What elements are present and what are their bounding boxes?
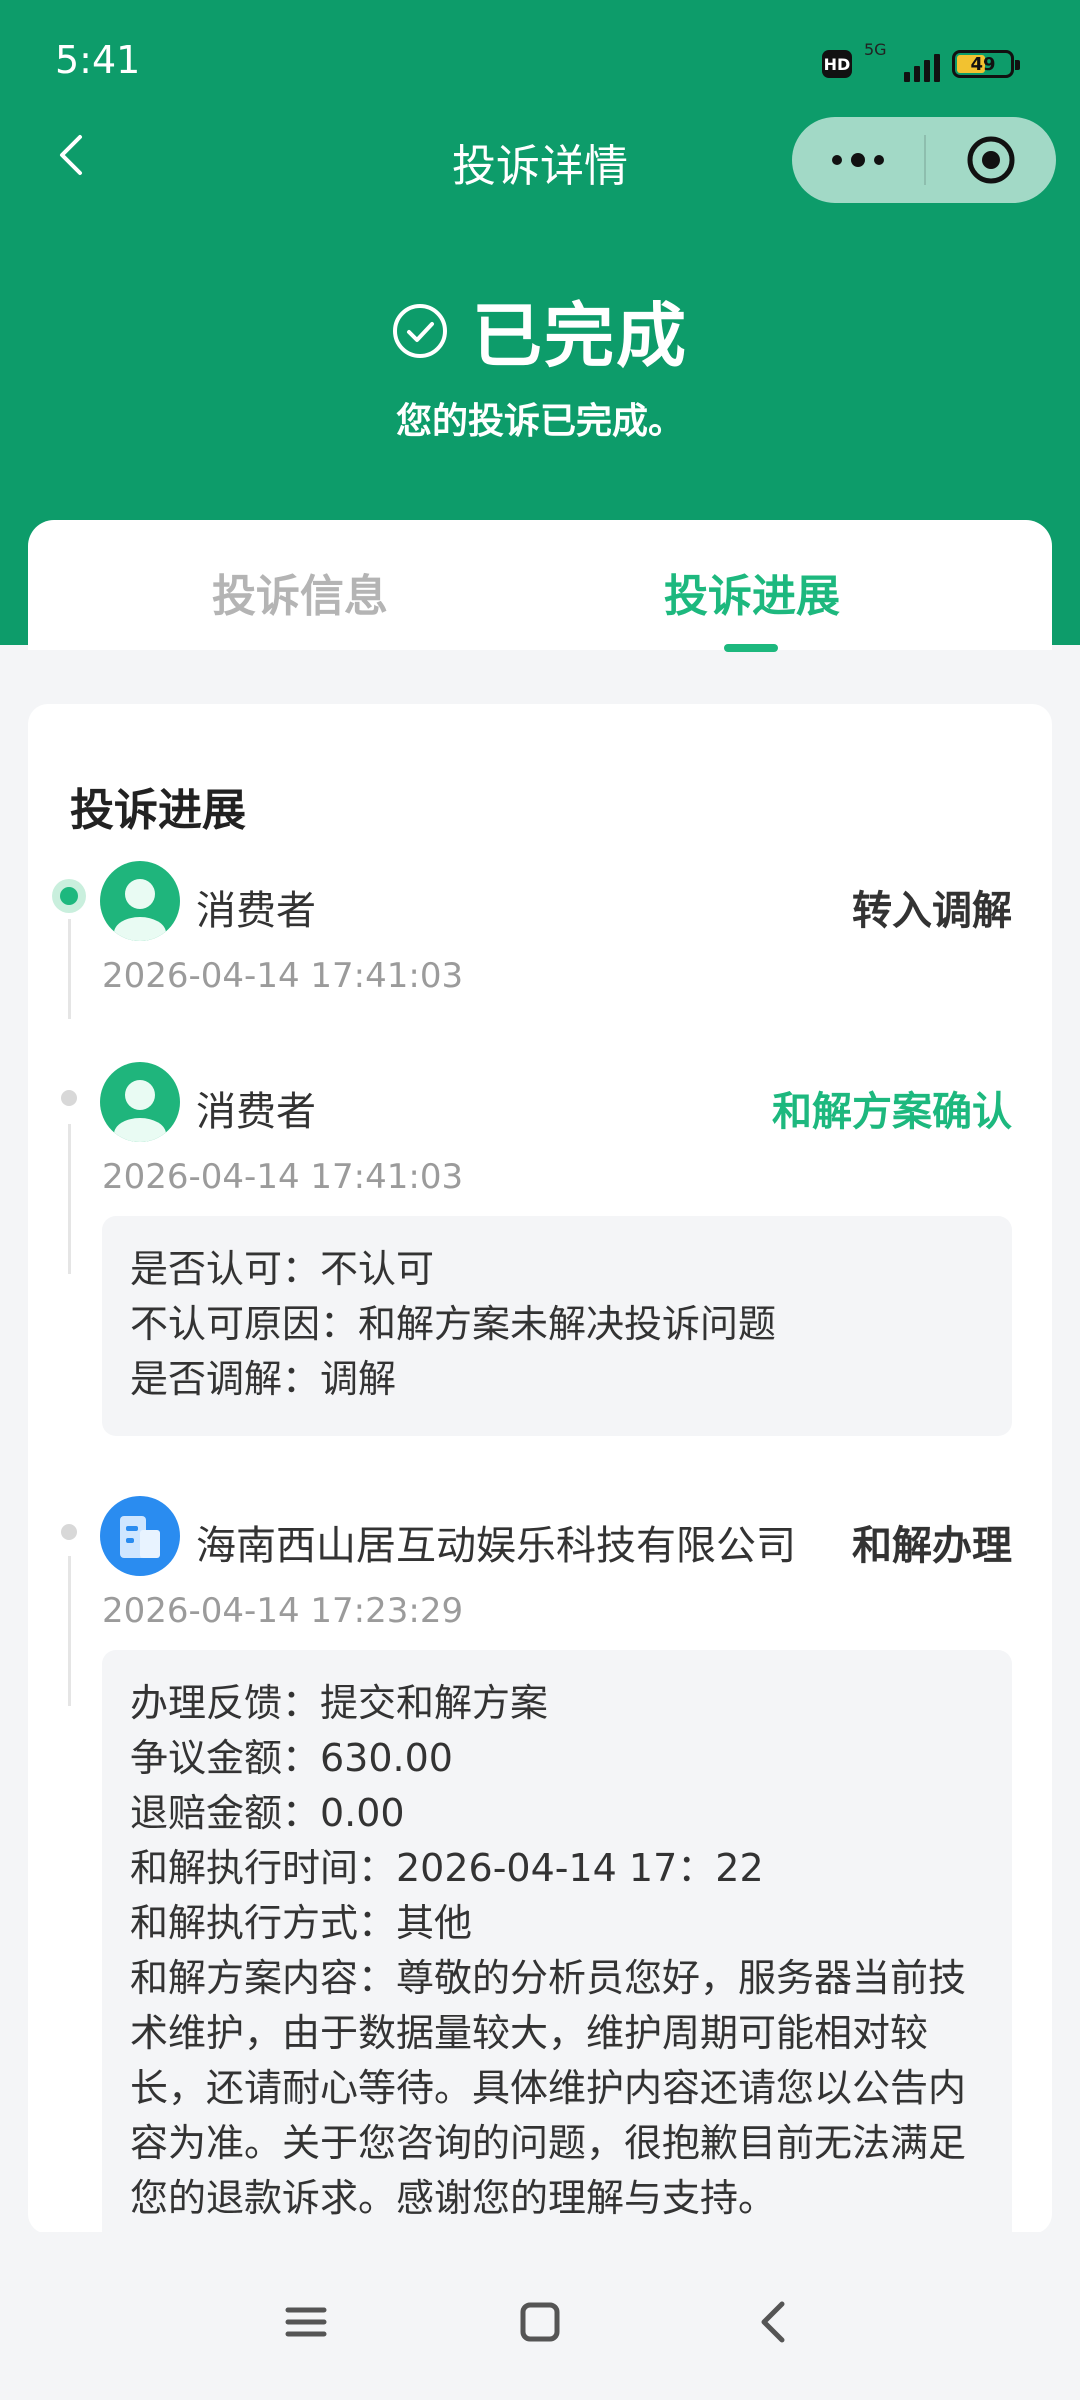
system-back-button[interactable]	[744, 2292, 804, 2352]
home-square-icon	[520, 2302, 560, 2342]
detail-box: 是否认可：不认可 不认可原因：和解方案未解决投诉问题 是否调解：调解	[102, 1216, 1012, 1436]
action-label: 和解办理	[852, 1523, 1012, 1569]
detail-line: 您的退款诉求。感谢您的理解与支持。	[130, 2176, 777, 2220]
menu-button[interactable]	[276, 2292, 336, 2352]
detail-line: 长，还请耐心等待。具体维护内容还请您以公告内	[130, 2066, 967, 2110]
detail-line: 不认可原因：和解方案未解决投诉问题	[130, 1302, 777, 1346]
more-button[interactable]	[792, 117, 924, 203]
back-triangle-icon	[761, 2301, 785, 2343]
battery-icon: 49	[952, 50, 1020, 78]
close-target-icon	[967, 136, 1015, 184]
status-subtitle: 您的投诉已完成。	[395, 401, 684, 442]
actor-name: 消费者	[196, 1089, 316, 1135]
mini-program-capsule	[792, 117, 1056, 203]
timeline-dot	[61, 1090, 77, 1106]
tab-active-indicator	[724, 644, 778, 652]
detail-line: 术维护，由于数据量较大，维护周期可能相对较	[130, 2011, 929, 2055]
person-avatar-icon	[100, 1062, 180, 1142]
detail-box: 办理反馈：提交和解方案 争议金额：630.00 退赔金额：0.00 和解执行时间…	[102, 1650, 1012, 2234]
hd-icon: HD	[822, 50, 852, 78]
actor-name: 海南西山居互动娱乐科技有限公司	[196, 1523, 796, 1569]
close-target-button[interactable]	[926, 117, 1056, 203]
detail-line: 是否调解：调解	[130, 1357, 397, 1401]
section-title: 投诉进展	[70, 785, 246, 836]
timeline-line	[68, 1124, 71, 1274]
timeline-line	[68, 1556, 71, 1706]
timestamp: 2026-04-14 17:23:29	[102, 1591, 464, 1631]
timestamp: 2026-04-14 17:41:03	[102, 1157, 464, 1197]
tab-complaint-progress[interactable]: 投诉进展	[664, 560, 840, 624]
system-nav-bar	[0, 2232, 1080, 2400]
status-hero: 已完成	[0, 280, 1080, 381]
action-label: 和解方案确认	[772, 1089, 1012, 1135]
detail-line: 和解方案内容：尊敬的分析员您好，服务器当前技	[130, 1956, 967, 2000]
timestamp: 2026-04-14 17:41:03	[102, 956, 464, 996]
status-icons: HD 5G 49	[822, 40, 1020, 84]
status-bar: 5:41 HD 5G 49	[0, 0, 1080, 120]
company-building-icon	[100, 1496, 180, 1576]
timeline-dot-active	[60, 887, 78, 905]
timeline-dot	[61, 1524, 77, 1540]
action-label: 转入调解	[852, 888, 1012, 934]
home-button[interactable]	[510, 2292, 570, 2352]
tabs-bar: 投诉信息 投诉进展	[28, 520, 1052, 652]
check-circle-icon	[393, 303, 447, 358]
actor-name: 消费者	[196, 888, 316, 934]
progress-card: 投诉进展 消费者 转入调解 2026-04-14 17:41:03 消费者 和解…	[28, 704, 1052, 2234]
person-avatar-icon	[100, 861, 180, 941]
status-time: 5:41	[55, 38, 141, 82]
battery-level: 49	[970, 53, 996, 75]
detail-line: 和解执行时间：2026-04-14 17：22	[130, 1846, 764, 1890]
detail-line: 退赔金额：0.00	[130, 1791, 405, 1835]
detail-line: 办理反馈：提交和解方案	[130, 1681, 549, 1725]
timeline-line	[68, 919, 71, 1019]
status-title: 已完成	[472, 295, 688, 377]
tab-complaint-info[interactable]: 投诉信息	[212, 560, 388, 624]
network-type-label: 5G	[864, 40, 887, 59]
detail-line: 和解执行方式：其他	[130, 1901, 473, 1945]
menu-lines-icon	[285, 2307, 327, 2337]
signal-icon: 5G	[864, 40, 940, 82]
detail-line: 容为准。关于您咨询的问题，很抱歉目前无法满足	[130, 2121, 967, 2165]
detail-line: 是否认可：不认可	[130, 1247, 435, 1291]
detail-line: 争议金额：630.00	[130, 1736, 453, 1780]
